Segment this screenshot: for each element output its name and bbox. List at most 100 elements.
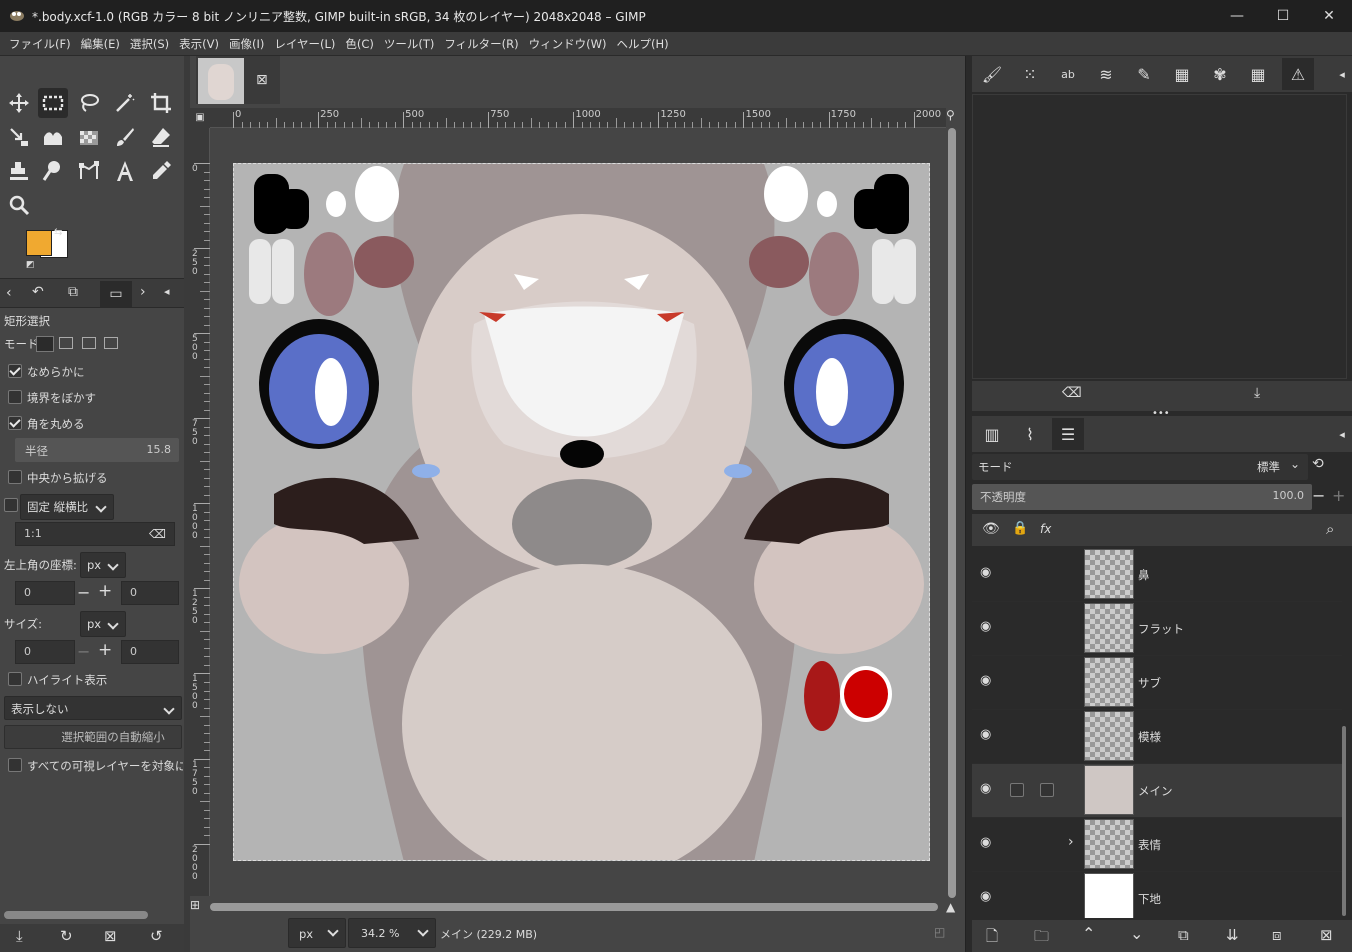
expand-group-icon[interactable]: › (1068, 834, 1074, 850)
fonts-tab-icon[interactable]: ab (1052, 58, 1084, 90)
menu-select[interactable]: 選択(S) (125, 32, 174, 56)
clear-icon[interactable]: ⌫ (149, 523, 166, 545)
duplicate-layer-icon[interactable]: ⧉ (1178, 926, 1189, 944)
lock-icon[interactable]: 🔒 (1012, 521, 1028, 536)
zoom-lock-icon[interactable]: ⚲ (946, 108, 962, 128)
fixed-checkbox[interactable] (4, 498, 18, 512)
tab-scroll-left-icon[interactable]: ‹ (6, 285, 12, 301)
clear-messages-icon[interactable]: ⌫ (1062, 385, 1082, 401)
close-button[interactable]: ✕ (1306, 0, 1352, 32)
undo-history-tab-icon[interactable]: ↶ (32, 284, 44, 300)
position-x-field[interactable]: 0 (15, 581, 75, 605)
reset-icon[interactable]: ↺ (150, 927, 163, 945)
fx-icon[interactable]: fx (1040, 522, 1051, 536)
unit-dropdown[interactable]: px (288, 918, 346, 948)
navigate-icon[interactable]: ▲ (946, 900, 955, 914)
fuzzy-select-tool-icon[interactable] (110, 88, 140, 118)
radius-slider[interactable]: 半径 15.8 (15, 438, 179, 462)
layer-row[interactable]: ◉ 模様 (972, 710, 1342, 764)
decrement-icon[interactable]: − (1312, 486, 1325, 505)
close-tab-icon[interactable]: ⊠ (256, 72, 268, 88)
default-colors-icon[interactable]: ◩ (26, 260, 35, 270)
auto-shrink-button[interactable]: 選択範囲の自動縮小 (4, 725, 182, 749)
layers-scrollbar[interactable] (1342, 726, 1346, 916)
highlight-checkbox[interactable] (8, 672, 22, 686)
menu-file[interactable]: ファイル(F) (4, 32, 76, 56)
raise-layer-icon[interactable]: ⌃ (1082, 924, 1095, 943)
eye-icon[interactable]: ◉ (980, 727, 991, 742)
restore-preset-icon[interactable]: ↻ (60, 927, 73, 945)
new-group-icon[interactable]: 🗀 (1034, 926, 1049, 951)
eye-icon[interactable]: ◉ (980, 889, 991, 904)
size-h-field[interactable]: 0 (121, 640, 179, 664)
fixed-mode-dropdown[interactable]: 固定 縦横比 (20, 494, 114, 520)
menu-help[interactable]: ヘルプ(H) (611, 32, 673, 56)
mypaint-brushes-tab-icon[interactable]: ✾ (1204, 58, 1236, 90)
dock-menu-icon[interactable]: ◂ (1326, 418, 1352, 450)
layers-tab-icon[interactable]: ☰ (1052, 418, 1084, 450)
smudge-tool-icon[interactable] (38, 156, 68, 186)
warning-tab-icon[interactable]: ⚠ (1282, 58, 1314, 90)
position-y-field[interactable]: 0 (121, 581, 179, 605)
increment-icon[interactable]: + (98, 581, 112, 601)
lock-toggle-icon[interactable] (1040, 783, 1054, 797)
layer-mask-icon[interactable]: ⧈ (1272, 926, 1282, 944)
merge-down-icon[interactable]: ⇊ (1226, 926, 1239, 944)
image-tab[interactable]: ⊠ (196, 56, 280, 104)
mode-subtract-icon[interactable] (82, 337, 96, 349)
increment-icon[interactable]: + (98, 640, 112, 660)
vertical-scrollbar[interactable] (947, 128, 957, 898)
rect-select-tool-icon[interactable] (38, 88, 68, 118)
menu-windows[interactable]: ウィンドウ(W) (524, 32, 612, 56)
crop-tool-icon[interactable] (146, 88, 176, 118)
decrement-icon[interactable]: − (77, 642, 90, 661)
feather-checkbox[interactable] (8, 390, 22, 404)
menu-tools[interactable]: ツール(T) (379, 32, 440, 56)
gradients-tab-icon[interactable]: ≋ (1090, 58, 1122, 90)
zoom-dropdown[interactable]: 34.2 % (348, 918, 436, 948)
paintbrush-tool-icon[interactable] (110, 122, 140, 152)
eye-icon[interactable]: ◉ (980, 619, 991, 634)
layer-row[interactable]: ◉ サブ (972, 656, 1342, 710)
menu-image[interactable]: 画像(I) (224, 32, 269, 56)
layer-row[interactable]: ◉ フラット (972, 602, 1342, 656)
zoom-tool-icon[interactable] (4, 190, 34, 220)
increment-icon[interactable]: + (1332, 486, 1345, 505)
swap-colors-icon[interactable]: ⇆ (54, 227, 62, 238)
sample-merged-checkbox[interactable] (8, 758, 22, 772)
channels-tab-icon[interactable]: ▥ (976, 418, 1008, 450)
text-tool-icon[interactable] (110, 156, 140, 186)
eye-icon[interactable]: ◉ (980, 673, 991, 688)
tab-menu-icon[interactable]: ◂ (164, 285, 170, 298)
tool-presets-tab-icon[interactable]: ▦ (1242, 58, 1274, 90)
image-canvas[interactable] (233, 163, 930, 861)
rounded-corners-checkbox[interactable] (8, 416, 22, 430)
palettes-tab-icon[interactable]: ▦ (1166, 58, 1198, 90)
foreground-color-swatch[interactable] (26, 230, 52, 256)
expand-from-center-checkbox[interactable] (8, 470, 22, 484)
menu-view[interactable]: 表示(V) (174, 32, 224, 56)
delete-layer-icon[interactable]: ⊠ (1320, 926, 1333, 944)
patterns-tab-icon[interactable]: ⁙ (1014, 58, 1046, 90)
images-tab-icon[interactable]: ⧉ (68, 284, 78, 300)
layer-row[interactable]: ◉ 下地 (972, 872, 1342, 918)
new-layer-icon[interactable]: 🗋 (986, 926, 998, 951)
tool-options-tab-icon[interactable]: ▭ (100, 281, 132, 307)
eye-icon[interactable]: ◉ (980, 781, 991, 796)
ratio-field[interactable]: 1:1 ⌫ (15, 522, 175, 546)
mode-add-icon[interactable] (59, 337, 73, 349)
layer-mode-dropdown[interactable]: モード 標準 ⌄ (972, 454, 1308, 480)
scale-tool-icon[interactable] (4, 122, 34, 152)
eye-icon[interactable]: ◉ (980, 565, 991, 580)
tab-scroll-right-icon[interactable]: › (140, 284, 146, 300)
search-icon[interactable]: ⌕ (1326, 520, 1334, 538)
paths-tool-icon[interactable] (74, 156, 104, 186)
position-unit-dropdown[interactable]: px (80, 552, 126, 578)
opacity-slider[interactable]: 不透明度 100.0 (972, 484, 1312, 510)
size-w-field[interactable]: 0 (15, 640, 75, 664)
move-tool-icon[interactable] (4, 88, 34, 118)
lasso-tool-icon[interactable] (74, 88, 104, 118)
toolbox-scrollbar[interactable] (4, 911, 148, 919)
decrement-icon[interactable]: − (77, 583, 90, 602)
guides-dropdown[interactable]: 表示しない (4, 696, 182, 720)
